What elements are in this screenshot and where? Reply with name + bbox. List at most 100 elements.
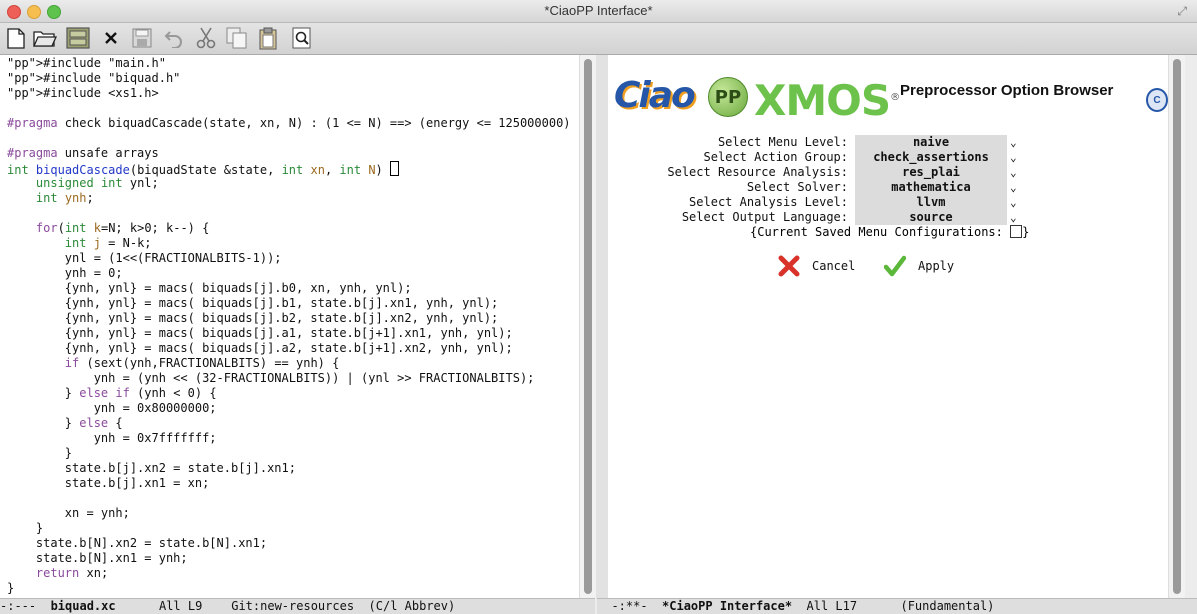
code-line[interactable]: ynl = (1<<(FRACTIONALBITS-1)); [7,251,579,266]
code-line[interactable]: state.b[N].xn2 = state.b[N].xn1; [7,536,579,551]
option-select[interactable]: source [855,210,1007,225]
option-browser-heading: Preprocessor Option Browser [900,82,1114,99]
option-label: Select Menu Level: [717,135,848,149]
option-select[interactable]: llvm [855,195,1007,210]
panel-scrollbar-thumb[interactable] [1173,59,1181,594]
option-row: Select Output Language: source ⌄ [608,210,1168,225]
option-row: Select Analysis Level: llvm ⌄ [608,195,1168,210]
code-line[interactable]: xn = ynh; [7,506,579,521]
chevron-down-icon[interactable]: ⌄ [1010,195,1017,210]
ciao-small-logo-icon: C [1146,88,1168,112]
code-line[interactable]: ynh = 0; [7,266,579,281]
cut-icon[interactable] [194,26,218,50]
saved-configs-checkbox[interactable] [1010,225,1023,238]
code-line[interactable]: } [7,581,579,596]
panel-scrollbar[interactable] [1168,55,1185,598]
code-line[interactable]: #pragma check biquadCascade(state, xn, N… [7,116,579,131]
window-titlebar: *CiaoPP Interface* ⤢ [0,0,1197,23]
cancel-button[interactable]: Cancel [778,255,855,277]
code-line[interactable]: int j = N-k; [7,236,579,251]
copy-icon[interactable] [225,26,249,50]
saved-configs-row: {Current Saved Menu Configurations: } [750,225,1029,239]
code-line[interactable]: "pp">#include "main.h" [7,56,579,71]
undo-icon[interactable] [162,26,186,50]
code-line[interactable]: int biquadCascade(biquadState &state, in… [7,161,579,177]
apply-check-icon [884,255,906,277]
save-cabinet-icon[interactable] [66,26,90,50]
code-line[interactable]: state.b[j].xn2 = state.b[j].xn1; [7,461,579,476]
cancel-x-icon [778,255,800,277]
code-line[interactable] [7,101,579,116]
code-line[interactable]: } [7,521,579,536]
option-row: Select Action Group: check_assertions ⌄ [608,150,1168,165]
modeline-position: All L9 [158,599,203,613]
code-line[interactable]: for(int k=N; k>0; k--) { [7,221,579,236]
option-browser-panel: Ciao PP XMOS® Preprocessor Option Browse… [608,55,1168,598]
code-editor[interactable]: "pp">#include "main.h" "pp">#include "biq… [0,55,579,598]
logo-banner: Ciao PP XMOS® Preprocessor Option Browse… [614,67,1168,125]
save-disk-icon[interactable] [130,26,154,50]
paste-icon[interactable] [257,26,281,50]
open-folder-icon[interactable] [33,26,57,50]
option-row: Select Menu Level: naive ⌄ [608,135,1168,150]
option-label: Select Action Group: [703,150,849,164]
option-label: Select Solver: [746,180,848,194]
option-select[interactable]: mathematica [855,180,1007,195]
code-line[interactable]: if (sext(ynh,FRACTIONALBITS) == ynh) { [7,356,579,371]
code-buffer[interactable]: "pp">#include "main.h" "pp">#include "biq… [0,55,579,596]
chevron-down-icon[interactable]: ⌄ [1010,165,1017,180]
code-line[interactable]: } [7,446,579,461]
modeline-mode: (Fundamental) [900,599,995,613]
code-line[interactable]: } else if (ynh < 0) { [7,386,579,401]
close-x-icon[interactable] [99,26,123,50]
saved-configs-label: {Current Saved Menu Configurations: [750,225,1003,239]
code-line[interactable]: int ynh; [7,191,579,206]
code-line[interactable]: ynh = 0x80000000; [7,401,579,416]
chevron-down-icon[interactable]: ⌄ [1010,180,1017,195]
code-line[interactable]: ynh = 0x7fffffff; [7,431,579,446]
modeline-status: -:--- [0,599,37,613]
code-line[interactable]: state.b[j].xn1 = xn; [7,476,579,491]
option-select[interactable]: res_plai [855,165,1007,180]
ciao-logo: Ciao [614,75,696,116]
code-line[interactable]: unsigned int ynl; [7,176,579,191]
modeline-vc: Git:new-resources [231,599,355,613]
apply-label: Apply [918,259,955,273]
new-file-icon[interactable] [4,26,28,50]
editor-scrollbar-thumb[interactable] [584,59,592,594]
fullscreen-icon[interactable]: ⤢ [1177,4,1187,19]
modeline-right: -:**- *CiaoPP Interface* All L17 (Fundam… [597,598,1197,614]
code-line[interactable] [7,206,579,221]
code-line[interactable]: {ynh, ynl} = macs( biquads[j].b1, state.… [7,296,579,311]
search-icon[interactable] [290,26,314,50]
option-label: Select Output Language: [681,210,848,224]
code-line[interactable] [7,491,579,506]
code-line[interactable]: state.b[N].xn1 = ynh; [7,551,579,566]
window-title: *CiaoPP Interface* [544,3,653,18]
option-select[interactable]: check_assertions [855,150,1007,165]
xmos-logo-text: XMOS [754,76,891,125]
chevron-down-icon[interactable]: ⌄ [1010,150,1017,165]
modeline-buffer-name: *CiaoPP Interface* [662,599,793,613]
code-line[interactable]: {ynh, ynl} = macs( biquads[j].a1, state.… [7,326,579,341]
code-line[interactable]: } else { [7,416,579,431]
modeline-position: All L17 [806,599,858,613]
apply-button[interactable]: Apply [884,255,954,277]
code-line[interactable]: {ynh, ynl} = macs( biquads[j].b2, state.… [7,311,579,326]
code-line[interactable]: {ynh, ynl} = macs( biquads[j].b0, xn, yn… [7,281,579,296]
code-line[interactable]: #pragma unsafe arrays [7,146,579,161]
code-line[interactable]: ynh = (ynh << (32-FRACTIONALBITS)) | (yn… [7,371,579,386]
code-line[interactable] [7,131,579,146]
code-line[interactable]: "pp">#include "biquad.h" [7,71,579,86]
code-line[interactable]: return xn; [7,566,579,581]
option-label: Select Resource Analysis: [667,165,848,179]
code-line[interactable]: "pp">#include <xs1.h> [7,86,579,101]
chevron-down-icon[interactable]: ⌄ [1010,210,1017,225]
code-line[interactable]: {ynh, ynl} = macs( biquads[j].a2, state.… [7,341,579,356]
option-select[interactable]: naive [855,135,1007,150]
chevron-down-icon[interactable]: ⌄ [1010,135,1017,150]
window-divider[interactable] [596,55,608,598]
editor-scrollbar[interactable] [579,55,596,598]
modeline-mode: (C/l Abbrev) [368,599,456,613]
option-label: Select Analysis Level: [689,195,848,209]
